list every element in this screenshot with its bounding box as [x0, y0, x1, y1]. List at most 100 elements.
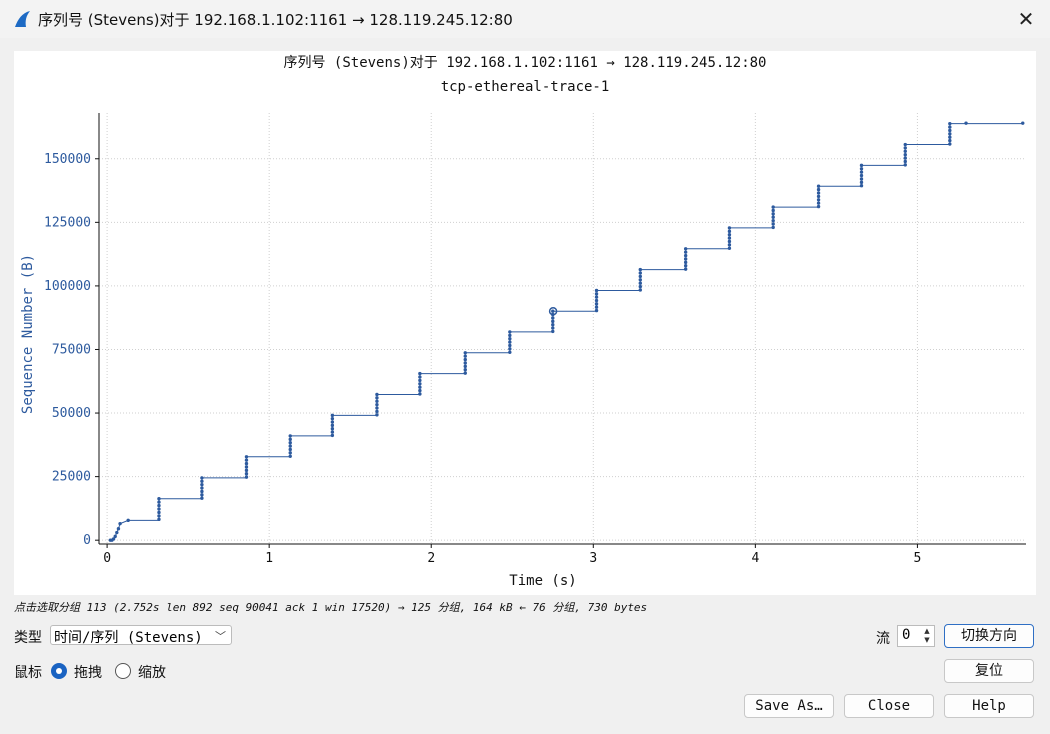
data-point [551, 309, 555, 313]
data-point [638, 274, 642, 279]
x-tick-label: 3 [589, 551, 597, 566]
data-point [463, 364, 467, 369]
data-point [288, 434, 292, 438]
data-point [859, 167, 864, 171]
data-point [418, 375, 422, 379]
title-bar: 序列号 (Stevens)对于 192.168.1.102:1161 → 128… [0, 0, 1050, 38]
data-point [463, 351, 467, 355]
data-point [816, 184, 821, 188]
y-tick-label: 150000 [44, 152, 91, 167]
data-point [157, 514, 161, 518]
data-point [948, 128, 952, 133]
data-point [375, 406, 379, 410]
data-point [948, 125, 952, 129]
data-point [200, 489, 204, 494]
data-point [594, 302, 599, 306]
data-point [859, 170, 864, 174]
data-point [816, 204, 821, 209]
zoom-label: 缩放 [138, 665, 166, 681]
data-point [508, 340, 512, 344]
x-tick-label: 0 [103, 551, 111, 566]
data-point [816, 187, 821, 192]
spin-arrows-icon[interactable]: ▲ ▼ [921, 627, 933, 645]
data-point [816, 191, 821, 195]
data-point [683, 247, 688, 251]
data-point [816, 198, 821, 202]
data-point [375, 399, 379, 403]
data-point [816, 201, 821, 205]
data-point [948, 121, 952, 126]
reset-button[interactable]: 复位 [944, 659, 1034, 683]
data-point [157, 517, 161, 522]
y-axis-label: Sequence Number (B) [20, 254, 36, 414]
data-point [288, 444, 292, 448]
window-title: 序列号 (Stevens)对于 192.168.1.102:1161 → 128… [38, 11, 513, 29]
data-point [638, 267, 642, 272]
data-point [200, 496, 204, 500]
data-point [418, 371, 422, 376]
data-point [638, 288, 642, 292]
chart-title: 序列号 (Stevens)对于 192.168.1.102:1161 → 128… [283, 55, 766, 71]
data-point [375, 396, 379, 400]
data-point [638, 271, 642, 275]
data-point [508, 333, 512, 338]
data-point [903, 159, 907, 164]
data-point [903, 153, 907, 157]
data-point [727, 239, 732, 244]
data-point [903, 149, 907, 154]
data-point [463, 357, 467, 362]
data-point [727, 233, 732, 237]
y-tick-label: 50000 [52, 406, 91, 421]
data-point [375, 413, 379, 417]
data-point [118, 521, 122, 526]
data-point [594, 308, 599, 313]
stream-value: 0 [902, 627, 911, 643]
data-point [418, 378, 422, 383]
data-point [859, 163, 864, 168]
data-point [594, 298, 599, 303]
close-button[interactable]: Close [844, 694, 934, 718]
data-point [330, 416, 335, 421]
data-point [903, 163, 907, 167]
drag-label: 拖拽 [74, 665, 102, 681]
zoom-radio[interactable] [115, 663, 131, 679]
data-point [330, 423, 335, 428]
save-as-button[interactable]: Save As… [744, 694, 834, 718]
data-point [948, 138, 952, 143]
graph-type-select[interactable]: 时间/序列 (Stevens) ﹀ [50, 625, 232, 646]
data-point [771, 208, 775, 213]
sequence-chart[interactable]: 序列号 (Stevens)对于 192.168.1.102:1161 → 128… [14, 51, 1036, 595]
data-point [903, 156, 907, 160]
stream-spinbox[interactable]: 0 ▲ ▼ [897, 625, 935, 647]
close-window-icon[interactable]: ✕ [1008, 4, 1044, 34]
data-point [244, 455, 249, 459]
data-point [330, 433, 335, 438]
data-point [463, 361, 467, 365]
data-point [551, 319, 555, 324]
data-point [771, 218, 775, 223]
type-label: 类型 [14, 630, 42, 646]
x-tick-label: 4 [751, 551, 759, 566]
data-point [157, 507, 161, 511]
data-point [463, 368, 467, 372]
data-point [727, 246, 732, 250]
data-point [594, 295, 599, 299]
data-point [508, 337, 512, 341]
data-point [903, 146, 907, 150]
switch-direction-button[interactable]: 切换方向 [944, 624, 1034, 648]
data-point [771, 205, 775, 209]
data-point [948, 135, 952, 139]
help-button[interactable]: Help [944, 694, 1034, 718]
axes: 0 1 2 3 4 5 0 25000 50000 75000 100000 125000 150000 [44, 113, 1026, 566]
x-tick-label: 5 [914, 551, 922, 566]
x-tick-label: 2 [427, 551, 435, 566]
grid-lines [99, 113, 1026, 544]
y-tick-label: 0 [83, 533, 91, 548]
plot-area[interactable]: 序列号 (Stevens)对于 192.168.1.102:1161 → 128… [14, 51, 1036, 595]
drag-radio[interactable] [51, 663, 67, 679]
y-tick-label: 75000 [52, 342, 91, 357]
data-point [727, 226, 732, 230]
data-point [418, 392, 422, 396]
data-point [683, 267, 688, 271]
y-tick-label: 125000 [44, 215, 91, 230]
